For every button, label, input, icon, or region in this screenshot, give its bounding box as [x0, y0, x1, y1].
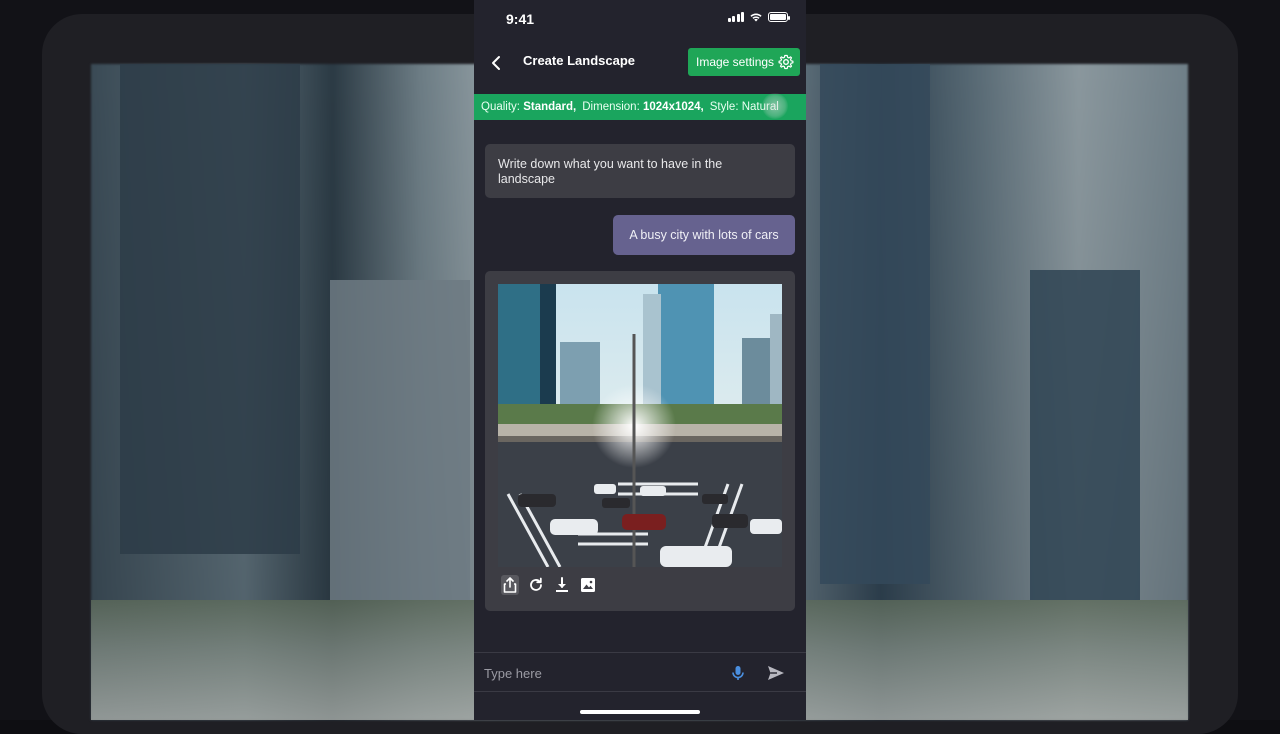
home-indicator — [580, 710, 700, 714]
microphone-icon — [732, 666, 744, 680]
regenerate-button[interactable] — [527, 575, 545, 595]
phone-screen: 9:41 Create Landscape Image settings Qua… — [474, 0, 806, 720]
share-icon — [503, 577, 517, 593]
save-to-gallery-button[interactable] — [579, 575, 597, 595]
page-title: Create Landscape — [523, 53, 635, 68]
image-icon — [581, 578, 595, 592]
image-settings-summary: Quality: Standard, Dimension: 1024x1024,… — [474, 94, 806, 120]
generated-image[interactable] — [498, 284, 782, 567]
backdrop-building — [120, 64, 300, 554]
assistant-message: Write down what you want to have in the … — [485, 144, 795, 198]
quality-label: Quality: — [481, 101, 520, 113]
microphone-button[interactable] — [729, 664, 747, 682]
battery-icon — [768, 12, 790, 22]
wifi-icon — [750, 13, 762, 22]
quality-value: Standard, — [523, 101, 577, 113]
header: Create Landscape Image settings — [474, 44, 806, 80]
back-button[interactable] — [486, 52, 508, 74]
message-input-bar — [474, 652, 806, 692]
backdrop-building — [330, 280, 470, 600]
dimension-value: 1024x1024, — [642, 101, 704, 113]
image-actions — [501, 575, 597, 595]
refresh-icon — [530, 577, 542, 591]
style-label: Style: — [709, 101, 739, 113]
signal-icon — [727, 12, 744, 22]
touch-indicator — [762, 93, 788, 119]
send-icon — [768, 666, 784, 680]
user-message: A busy city with lots of cars — [613, 215, 795, 255]
backdrop-building — [820, 64, 930, 584]
city-landscape-image — [498, 284, 782, 567]
status-time: 9:41 — [506, 11, 535, 27]
download-icon — [556, 577, 568, 592]
send-button[interactable] — [766, 664, 786, 682]
backdrop-building — [1030, 270, 1140, 600]
download-button[interactable] — [553, 575, 571, 595]
image-settings-button[interactable]: Image settings — [688, 48, 800, 76]
share-button[interactable] — [501, 575, 519, 595]
status-icons — [727, 12, 790, 22]
status-bar: 9:41 — [474, 0, 806, 38]
image-settings-label: Image settings — [696, 55, 775, 69]
chevron-left-icon — [492, 56, 500, 70]
dimension-label: Dimension: — [582, 101, 640, 113]
gear-icon — [778, 54, 794, 70]
message-input[interactable] — [484, 663, 714, 683]
generated-image-card — [485, 271, 795, 611]
